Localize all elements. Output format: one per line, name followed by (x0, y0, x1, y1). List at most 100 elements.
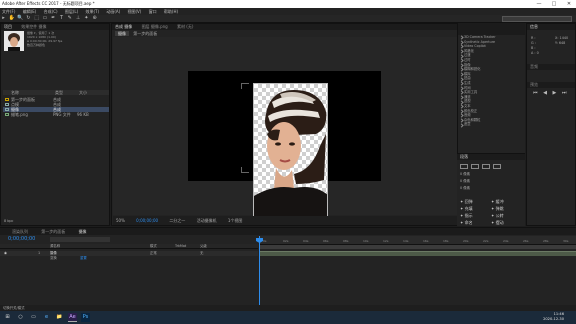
text-tool-icon[interactable]: T (58, 15, 65, 22)
project-thumbnail (4, 31, 24, 51)
align-left-icon[interactable] (460, 163, 468, 169)
indent-right-field[interactable]: 0 像素 (460, 178, 470, 185)
layer-duration-bar[interactable] (259, 251, 576, 256)
viewer-timecode[interactable]: 0;00;00;00 (136, 218, 158, 223)
folder-icon (5, 98, 9, 101)
timeline-search-input[interactable] (50, 237, 110, 242)
work-area-bar[interactable] (259, 245, 576, 249)
item-info: 摄像 ▾，使用了 1 次 1920 x 1080 (1.00) Δ 0;00;3… (27, 31, 62, 47)
rectangle-tool-icon[interactable]: ▭ (41, 15, 48, 22)
col-trkmat[interactable]: TrkMat (175, 244, 186, 249)
transform-label[interactable]: 变换 (50, 256, 57, 261)
col-parent[interactable]: 父级 (200, 244, 207, 249)
col-mode[interactable]: 模式 (150, 244, 157, 249)
stamp-tool-icon[interactable]: ⊥ (75, 15, 82, 22)
tab-render-queue[interactable]: 渲染队列 (12, 229, 28, 234)
search-icon[interactable]: ○ (16, 313, 25, 322)
zoom-select[interactable]: 50% (116, 218, 125, 223)
after-effects-icon[interactable]: Ae (68, 313, 77, 322)
menu-view[interactable]: 视图(V) (127, 9, 141, 14)
tab-effect-controls[interactable]: 效果控件 摄像 (21, 24, 46, 29)
menu-file[interactable]: 文件(F) (2, 9, 15, 14)
space-before-field[interactable]: 0 像素 (460, 185, 470, 192)
rotate-tool-icon[interactable]: ↻ (25, 15, 32, 22)
menu-edit[interactable]: 编辑(E) (23, 9, 37, 14)
effects-search-bar[interactable] (458, 23, 525, 35)
col-size[interactable]: 大小 (79, 90, 87, 95)
timeline-timecode[interactable]: 0;00;00;00 (8, 236, 35, 242)
align-right-icon[interactable] (482, 163, 490, 169)
close-button[interactable]: ✕ (562, 0, 576, 8)
tab-audio[interactable]: 音频 (530, 64, 538, 69)
menu-animation[interactable]: 动画(A) (106, 9, 120, 14)
views-select[interactable]: 1个视图 (228, 218, 243, 223)
action-orbit[interactable]: ✦ 公转 (491, 212, 522, 219)
effect-category-item[interactable]: 遮罩 (458, 122, 525, 127)
help-search-input[interactable] (502, 16, 572, 22)
menu-bar: 文件(F) 编辑(E) 合成(C) 图层(L) 效果(T) 动画(A) 视图(V… (0, 8, 576, 15)
tab-composition[interactable]: 合成 摄像 (115, 24, 132, 29)
task-view-icon[interactable]: ▭ (29, 313, 38, 322)
edge-icon[interactable]: e (42, 313, 51, 322)
project-table-header: 名称 类型 大小 (3, 90, 109, 95)
indent-left-field[interactable]: 0 像素 (460, 171, 470, 178)
zoom-tool-icon[interactable]: 🔍 (17, 15, 24, 22)
breadcrumb-item[interactable]: 第一步的面板 (130, 31, 160, 36)
tab-info[interactable]: 信息 (530, 24, 538, 29)
transform-row[interactable]: 变换 重置 (0, 256, 258, 261)
action-name[interactable]: ✦ 命名 (460, 219, 491, 226)
camera-tool-icon[interactable]: ⬚ (33, 15, 40, 22)
col-name[interactable]: 名称 (11, 90, 19, 95)
info-panel: 信息 R : G : B : A : 0 X: 1440 Y: 648 音频 预… (526, 23, 576, 226)
motion-actions: ✦ 回弹 ✦ 缓冲 ✦ 充填 ✦ 弹跳 ✦ 指示 ✦ 公转 ✦ 命名 ✦ 摆动 (460, 198, 524, 226)
selection-tool-icon[interactable]: ▸ (0, 15, 7, 22)
clock-date: 2020-12-30 (543, 317, 564, 321)
toggle-switches-modes[interactable]: 切换开关/模式 (3, 306, 25, 310)
col-source-name[interactable]: 源名称 (50, 244, 60, 249)
tab-footage[interactable]: 素材 (无) (177, 24, 193, 29)
action-bounce[interactable]: ✦ 回弹 (460, 198, 491, 205)
breadcrumb-item[interactable]: 摄像 (115, 31, 129, 36)
layer-image[interactable] (253, 83, 328, 217)
maximize-button[interactable]: □ (547, 0, 561, 8)
current-time-indicator[interactable] (259, 236, 260, 312)
time-ruler[interactable]: 0s 02s 04s 06s 08s 10s 12s 14s 16s 18s 20s 22s 24s 26… (259, 236, 576, 245)
title-bar: Adobe After Effects CC 2017 - 无标题项目.aep … (0, 0, 576, 8)
menu-layer[interactable]: 图层(L) (65, 9, 78, 14)
bit-depth-label[interactable]: 8 bpc (4, 219, 13, 223)
resolution-select[interactable]: 二分之一 (169, 218, 185, 223)
tab-layer[interactable]: 图层 摄像.png (142, 24, 168, 29)
project-row[interactable]: 蜡笔.png PNG 文件 96 KB (3, 112, 109, 117)
explorer-icon[interactable]: 📁 (55, 313, 64, 322)
system-clock[interactable]: 11:46 2020-12-30 (543, 312, 564, 322)
action-pointer[interactable]: ✦ 指示 (460, 212, 491, 219)
reset-link[interactable]: 重置 (80, 256, 87, 261)
brush-tool-icon[interactable]: ✎ (66, 15, 73, 22)
menu-help[interactable]: 帮助(H) (164, 9, 178, 14)
puppet-tool-icon[interactable]: ⊕ (91, 15, 98, 22)
pen-tool-icon[interactable]: ✒ (50, 15, 57, 22)
col-type[interactable]: 类型 (55, 90, 63, 95)
tab-timeline-comp[interactable]: 摄像 (79, 229, 87, 234)
menu-window[interactable]: 窗口 (149, 9, 157, 14)
preview-controls[interactable]: ⏮ ◀ ▶ ⏭ (533, 90, 568, 96)
camera-select[interactable]: 活动摄像机 (197, 218, 217, 223)
project-table: 第一步的面板 合成 点模 合成 摄像 合成 蜡笔.png PNG 文件 96 KB (3, 97, 109, 117)
start-icon[interactable]: ⊞ (3, 313, 12, 322)
action-ease[interactable]: ✦ 缓冲 (491, 198, 522, 205)
info-tabs: 信息 (527, 24, 575, 30)
menu-composition[interactable]: 合成(C) (44, 9, 58, 14)
menu-effect[interactable]: 效果(T) (85, 9, 99, 14)
justify-icon[interactable] (493, 163, 501, 169)
tab-project[interactable]: 项目 (4, 24, 12, 29)
hand-tool-icon[interactable]: ✋ (8, 15, 15, 22)
align-center-icon[interactable] (471, 163, 479, 169)
action-jump[interactable]: ✦ 弹跳 (491, 205, 522, 212)
action-wiggle[interactable]: ✦ 摆动 (491, 219, 522, 226)
tab-first-panel[interactable]: 第一步的面板 (41, 229, 65, 234)
tab-preview[interactable]: 预览 (530, 82, 538, 87)
action-fill[interactable]: ✦ 充填 (460, 205, 491, 212)
roto-tool-icon[interactable]: ✦ (83, 15, 90, 22)
photoshop-icon[interactable]: Ps (81, 313, 90, 322)
minimize-button[interactable]: — (532, 0, 546, 8)
